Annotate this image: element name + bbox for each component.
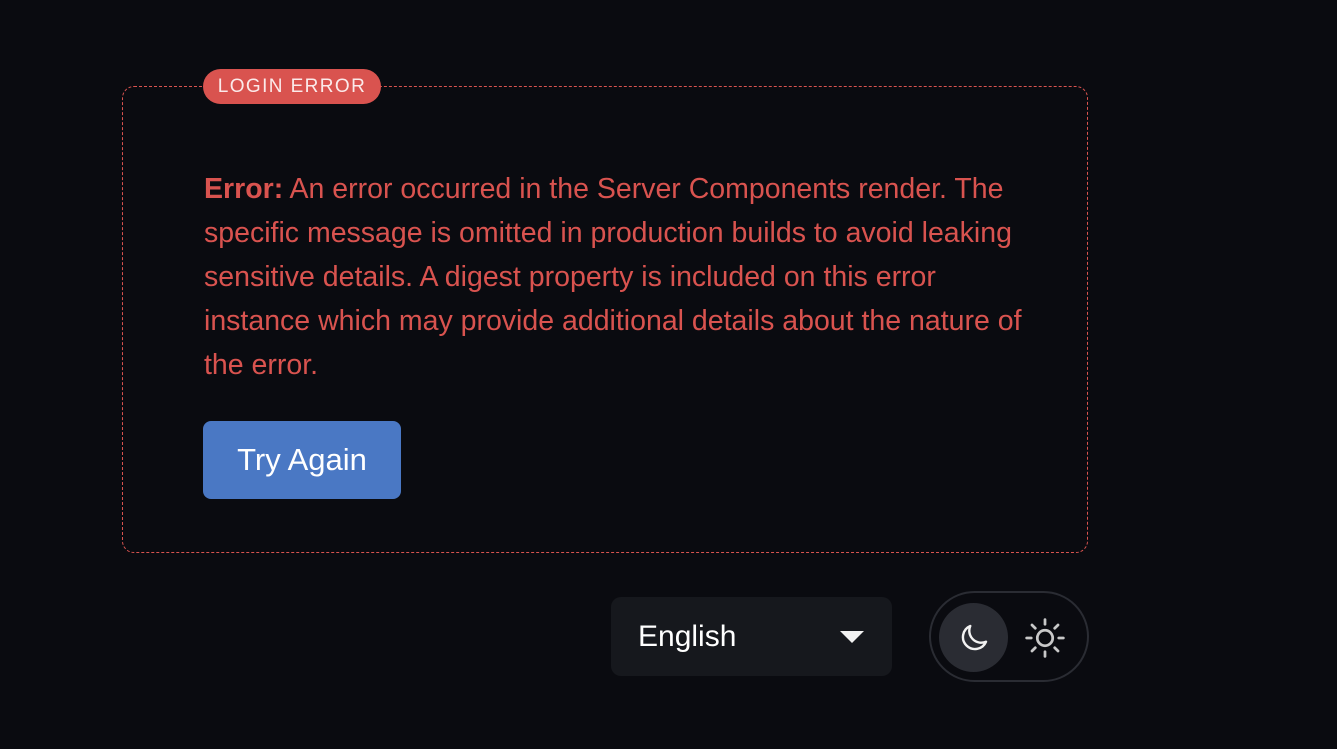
dark-theme-button[interactable] <box>939 603 1008 672</box>
light-theme-button[interactable] <box>1010 603 1079 672</box>
language-select[interactable]: English <box>611 597 892 676</box>
sun-icon <box>1024 617 1065 658</box>
theme-toggle <box>929 591 1089 682</box>
moon-icon <box>961 624 987 650</box>
error-message-prefix: Error: <box>204 173 284 205</box>
error-message: Error: An error occurred in the Server C… <box>204 167 1034 387</box>
error-message-body: An error occurred in the Server Componen… <box>204 173 1022 381</box>
try-again-button[interactable]: Try Again <box>203 421 401 499</box>
error-badge: LOGIN ERROR <box>203 69 381 104</box>
language-select-value: English <box>638 619 737 653</box>
chevron-down-icon <box>840 631 864 643</box>
